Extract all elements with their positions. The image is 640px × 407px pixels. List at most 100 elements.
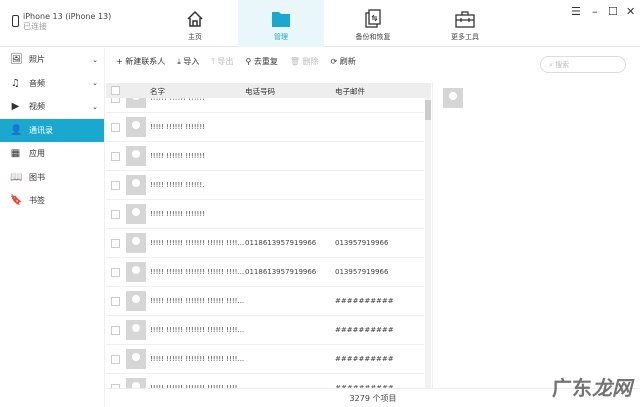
tab-backup-restore[interactable]: 备份和恢复 <box>330 0 416 47</box>
apps-icon: ▦ <box>10 148 21 160</box>
book-icon: 📖 <box>10 171 23 183</box>
avatar <box>126 175 146 195</box>
table-row[interactable]: !!!!! !!!!!! !!!!!!! !!!!!! !!!!... ####… <box>106 345 424 374</box>
minimize-button[interactable]: – <box>592 5 598 18</box>
table-row[interactable]: !!!!! !!!!!! !!!!!!! <box>106 142 424 171</box>
table-row[interactable]: !!!!! !!!!!! !!!!!!! !!!!!! !!!!... 0118… <box>106 229 424 258</box>
row-checkbox[interactable] <box>111 297 120 306</box>
row-checkbox[interactable] <box>111 98 120 103</box>
contact-name: !!!!! !!!!!! !!!!!!. <box>150 181 205 189</box>
music-icon: ♫ <box>11 77 20 89</box>
chevron-down-icon: ⌄ <box>92 79 98 88</box>
column-name[interactable]: 名字 <box>150 86 165 97</box>
sidebar-item-apps[interactable]: ▦ 应用 <box>0 142 104 166</box>
bookmark-icon: 🔖 <box>10 195 23 207</box>
sidebar-item-bookmarks[interactable]: 🔖 书签 <box>0 189 104 213</box>
column-phone[interactable]: 电话号码 <box>245 86 275 97</box>
tab-more-tools[interactable]: 更多工具 <box>422 0 508 47</box>
search-input[interactable]: ⌕ 搜索 <box>540 56 626 73</box>
menu-icon[interactable]: ☰ <box>571 5 581 18</box>
row-checkbox[interactable] <box>111 152 120 161</box>
avatar <box>126 98 146 108</box>
row-checkbox[interactable] <box>111 326 120 335</box>
header: iPhone 13 (iPhone 13) 已连接 主页 管理 备份和恢复 更多… <box>0 0 640 47</box>
scrollbar-thumb[interactable] <box>425 100 431 120</box>
tab-manage[interactable]: 管理 <box>238 0 324 47</box>
table-row[interactable]: !!!!! !!!!!! !!!!!!! <box>106 113 424 142</box>
table-header: 名字 电话号码 电子邮件 <box>106 83 431 98</box>
refresh-button[interactable]: ⟳ 刷新 <box>331 56 356 67</box>
contact-email: 013957919966 <box>335 239 389 247</box>
contact-name: !!!!! !!!!!! !!!!!!! <box>150 123 205 131</box>
contact-name: !!!!! !!!!!! !!!!!!! !!!!!! !!!!... <box>150 297 245 305</box>
table-row[interactable]: !!!!! !!!!!! !!!!!!! !!!!!! !!!! #######… <box>106 374 424 388</box>
contact-phone: 0118613957919966 <box>245 268 317 276</box>
tab-home[interactable]: 主页 <box>152 0 238 47</box>
avatar <box>126 262 146 282</box>
select-all-checkbox[interactable] <box>111 86 120 95</box>
toolbar: + 新建联系人 ⤓ 导入 ⤒ 导出 ⚲ 去重复 🗑 删除 ⟳ 刷新 <box>116 56 356 67</box>
row-checkbox[interactable] <box>111 268 120 277</box>
contact-name: !!!!!! !!!!!! !!!!!! <box>150 98 205 102</box>
photo-icon: 🖼 <box>10 54 23 66</box>
contact-phone: 0118613957919966 <box>245 239 317 247</box>
play-icon: ▶ <box>11 101 20 113</box>
avatar <box>126 291 146 311</box>
contact-detail-panel <box>432 83 640 388</box>
table-row[interactable]: !!!!! !!!!!! !!!!!!! <box>106 200 424 229</box>
row-checkbox[interactable] <box>111 210 120 219</box>
contact-icon: 👤 <box>10 124 23 136</box>
toolbox-icon <box>422 9 508 29</box>
sidebar-item-audio[interactable]: ♫ 音频 ⌄ <box>0 72 104 96</box>
contact-name: !!!!! !!!!!! !!!!!!! <box>150 210 205 218</box>
home-icon <box>152 9 238 29</box>
avatar <box>126 117 146 137</box>
contact-name: !!!!! !!!!!! !!!!!!! !!!!!! !!!!... <box>150 326 245 334</box>
device-status: 已连接 <box>23 22 47 31</box>
column-email[interactable]: 电子邮件 <box>335 86 365 97</box>
table-row[interactable]: !!!!! !!!!!! !!!!!!. <box>106 171 424 200</box>
contact-email: ########## <box>335 326 394 334</box>
folder-icon <box>238 9 324 29</box>
row-checkbox[interactable] <box>111 355 120 364</box>
device-name: iPhone 13 (iPhone 13) <box>23 12 112 21</box>
contact-name: !!!!! !!!!!! !!!!!!! !!!!!! !!!!... <box>150 355 245 363</box>
contact-list: !!!!!! !!!!!! !!!!!! !!!!! !!!!!! !!!!!!… <box>106 98 424 388</box>
avatar <box>126 146 146 166</box>
row-checkbox[interactable] <box>111 181 120 190</box>
chevron-down-icon: ⌄ <box>92 102 98 111</box>
chevron-down-icon: ⌄ <box>92 55 98 64</box>
sidebar-item-photos[interactable]: 🖼 照片 ⌄ <box>0 48 104 72</box>
delete-button[interactable]: 🗑 删除 <box>290 56 319 67</box>
contact-name: !!!!! !!!!!! !!!!!!! !!!!!! !!!!... <box>150 268 245 276</box>
avatar <box>126 378 146 388</box>
device-info: iPhone 13 (iPhone 13) 已连接 <box>12 12 111 32</box>
sidebar: 🖼 照片 ⌄ ♫ 音频 ⌄ ▶ 视频 ⌄ 👤 通讯录 ▦ 应用 📖 图书 🔖 书签 <box>0 48 105 407</box>
table-row[interactable]: !!!!! !!!!!! !!!!!!! !!!!!! !!!!... ####… <box>106 287 424 316</box>
row-checkbox[interactable] <box>111 239 120 248</box>
contact-name: !!!!! !!!!!! !!!!!!! <box>150 152 205 160</box>
row-checkbox[interactable] <box>111 123 120 132</box>
avatar <box>126 204 146 224</box>
import-button[interactable]: ⤓ 导入 <box>177 56 199 67</box>
close-button[interactable]: ✕ <box>626 5 635 18</box>
sidebar-item-video[interactable]: ▶ 视频 ⌄ <box>0 95 104 119</box>
sidebar-item-books[interactable]: 📖 图书 <box>0 166 104 190</box>
contact-email: ########## <box>335 355 394 363</box>
table-row[interactable]: !!!!! !!!!!! !!!!!!! !!!!!! !!!!... ####… <box>106 316 424 345</box>
maximize-button[interactable]: ☐ <box>608 5 618 18</box>
phone-icon <box>12 15 19 27</box>
avatar <box>126 349 146 369</box>
contact-email: 013957919966 <box>335 268 389 276</box>
backup-icon <box>330 9 416 29</box>
table-row[interactable]: !!!!!! !!!!!! !!!!!! <box>106 98 424 113</box>
sidebar-item-contacts[interactable]: 👤 通讯录 <box>0 118 104 142</box>
table-row[interactable]: !!!!! !!!!!! !!!!!!! !!!!!! !!!!... 0118… <box>106 258 424 287</box>
dedupe-button[interactable]: ⚲ 去重复 <box>245 56 277 67</box>
avatar <box>126 320 146 340</box>
avatar <box>126 233 146 253</box>
new-contact-button[interactable]: + 新建联系人 <box>116 56 165 67</box>
contact-email: ########## <box>335 297 394 305</box>
export-button[interactable]: ⤒ 导出 <box>211 56 233 67</box>
scrollbar[interactable] <box>425 98 431 388</box>
